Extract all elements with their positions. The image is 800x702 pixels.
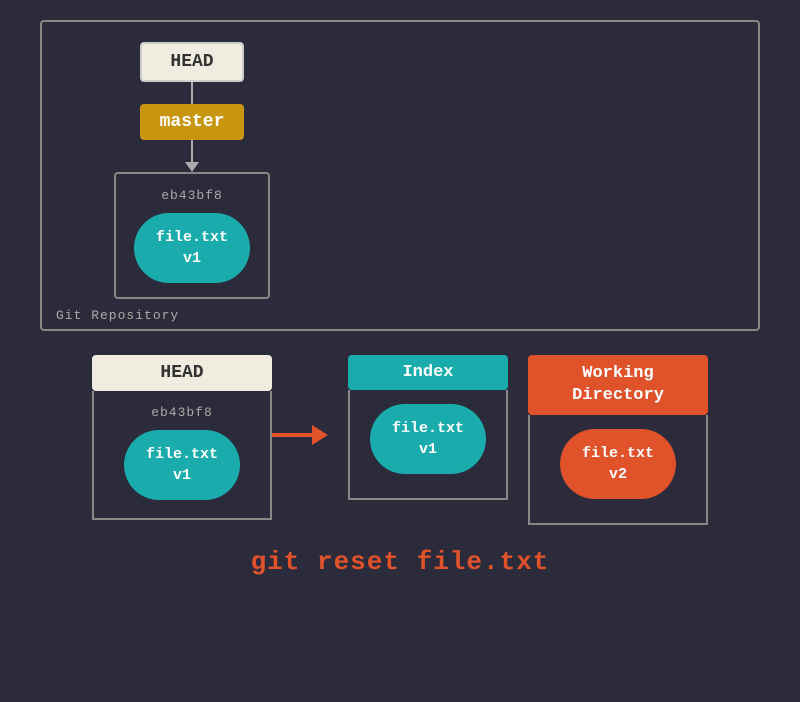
head-col-body: eb43bf8 file.txtv1 (92, 391, 272, 520)
file-blob-top: file.txtv1 (134, 213, 250, 283)
connector-block (185, 140, 199, 172)
master-label: master (160, 112, 225, 132)
git-command: git reset file.txt (251, 547, 550, 577)
arrow-shaft (272, 433, 312, 437)
connector-line-1 (191, 82, 193, 104)
commit-id-top: eb43bf8 (161, 188, 223, 203)
git-repository-section: HEAD master eb43bf8 file.txtv1 Git Repos… (40, 20, 760, 331)
file-blob-index: file.txtv1 (370, 404, 486, 474)
wd-col-body: file.txtv2 (528, 415, 708, 525)
head-label-bottom: HEAD (160, 363, 203, 383)
arrow-right-container (272, 425, 328, 445)
col-index: Index file.txtv1 (348, 355, 508, 500)
top-nodes: HEAD master eb43bf8 file.txtv1 (92, 42, 292, 299)
head-header: HEAD (92, 355, 272, 391)
index-col-body: file.txtv1 (348, 390, 508, 500)
master-box: master (140, 104, 245, 140)
git-command-text: git reset file.txt (251, 547, 550, 577)
commit-box-top: eb43bf8 file.txtv1 (114, 172, 270, 299)
arrow-head (312, 425, 328, 445)
connector-line-2 (191, 140, 193, 162)
col-working-directory: WorkingDirectory file.txtv2 (528, 355, 708, 525)
wd-header: WorkingDirectory (528, 355, 708, 415)
index-label: Index (402, 363, 453, 382)
index-header: Index (348, 355, 508, 390)
bottom-section: HEAD eb43bf8 file.txtv1 Index file.txtv1 (40, 355, 760, 577)
head-box-top: HEAD (140, 42, 243, 82)
arrow-down-icon (185, 162, 199, 172)
file-blob-wd: file.txtv2 (560, 429, 676, 499)
repo-label: Git Repository (56, 308, 179, 323)
col-head: HEAD eb43bf8 file.txtv1 (92, 355, 272, 520)
file-blob-head: file.txtv1 (124, 430, 240, 500)
head-label-top: HEAD (170, 52, 213, 72)
three-columns: HEAD eb43bf8 file.txtv1 Index file.txtv1 (40, 355, 760, 525)
commit-id-bottom: eb43bf8 (151, 405, 213, 420)
arrow-right-icon (272, 425, 328, 445)
